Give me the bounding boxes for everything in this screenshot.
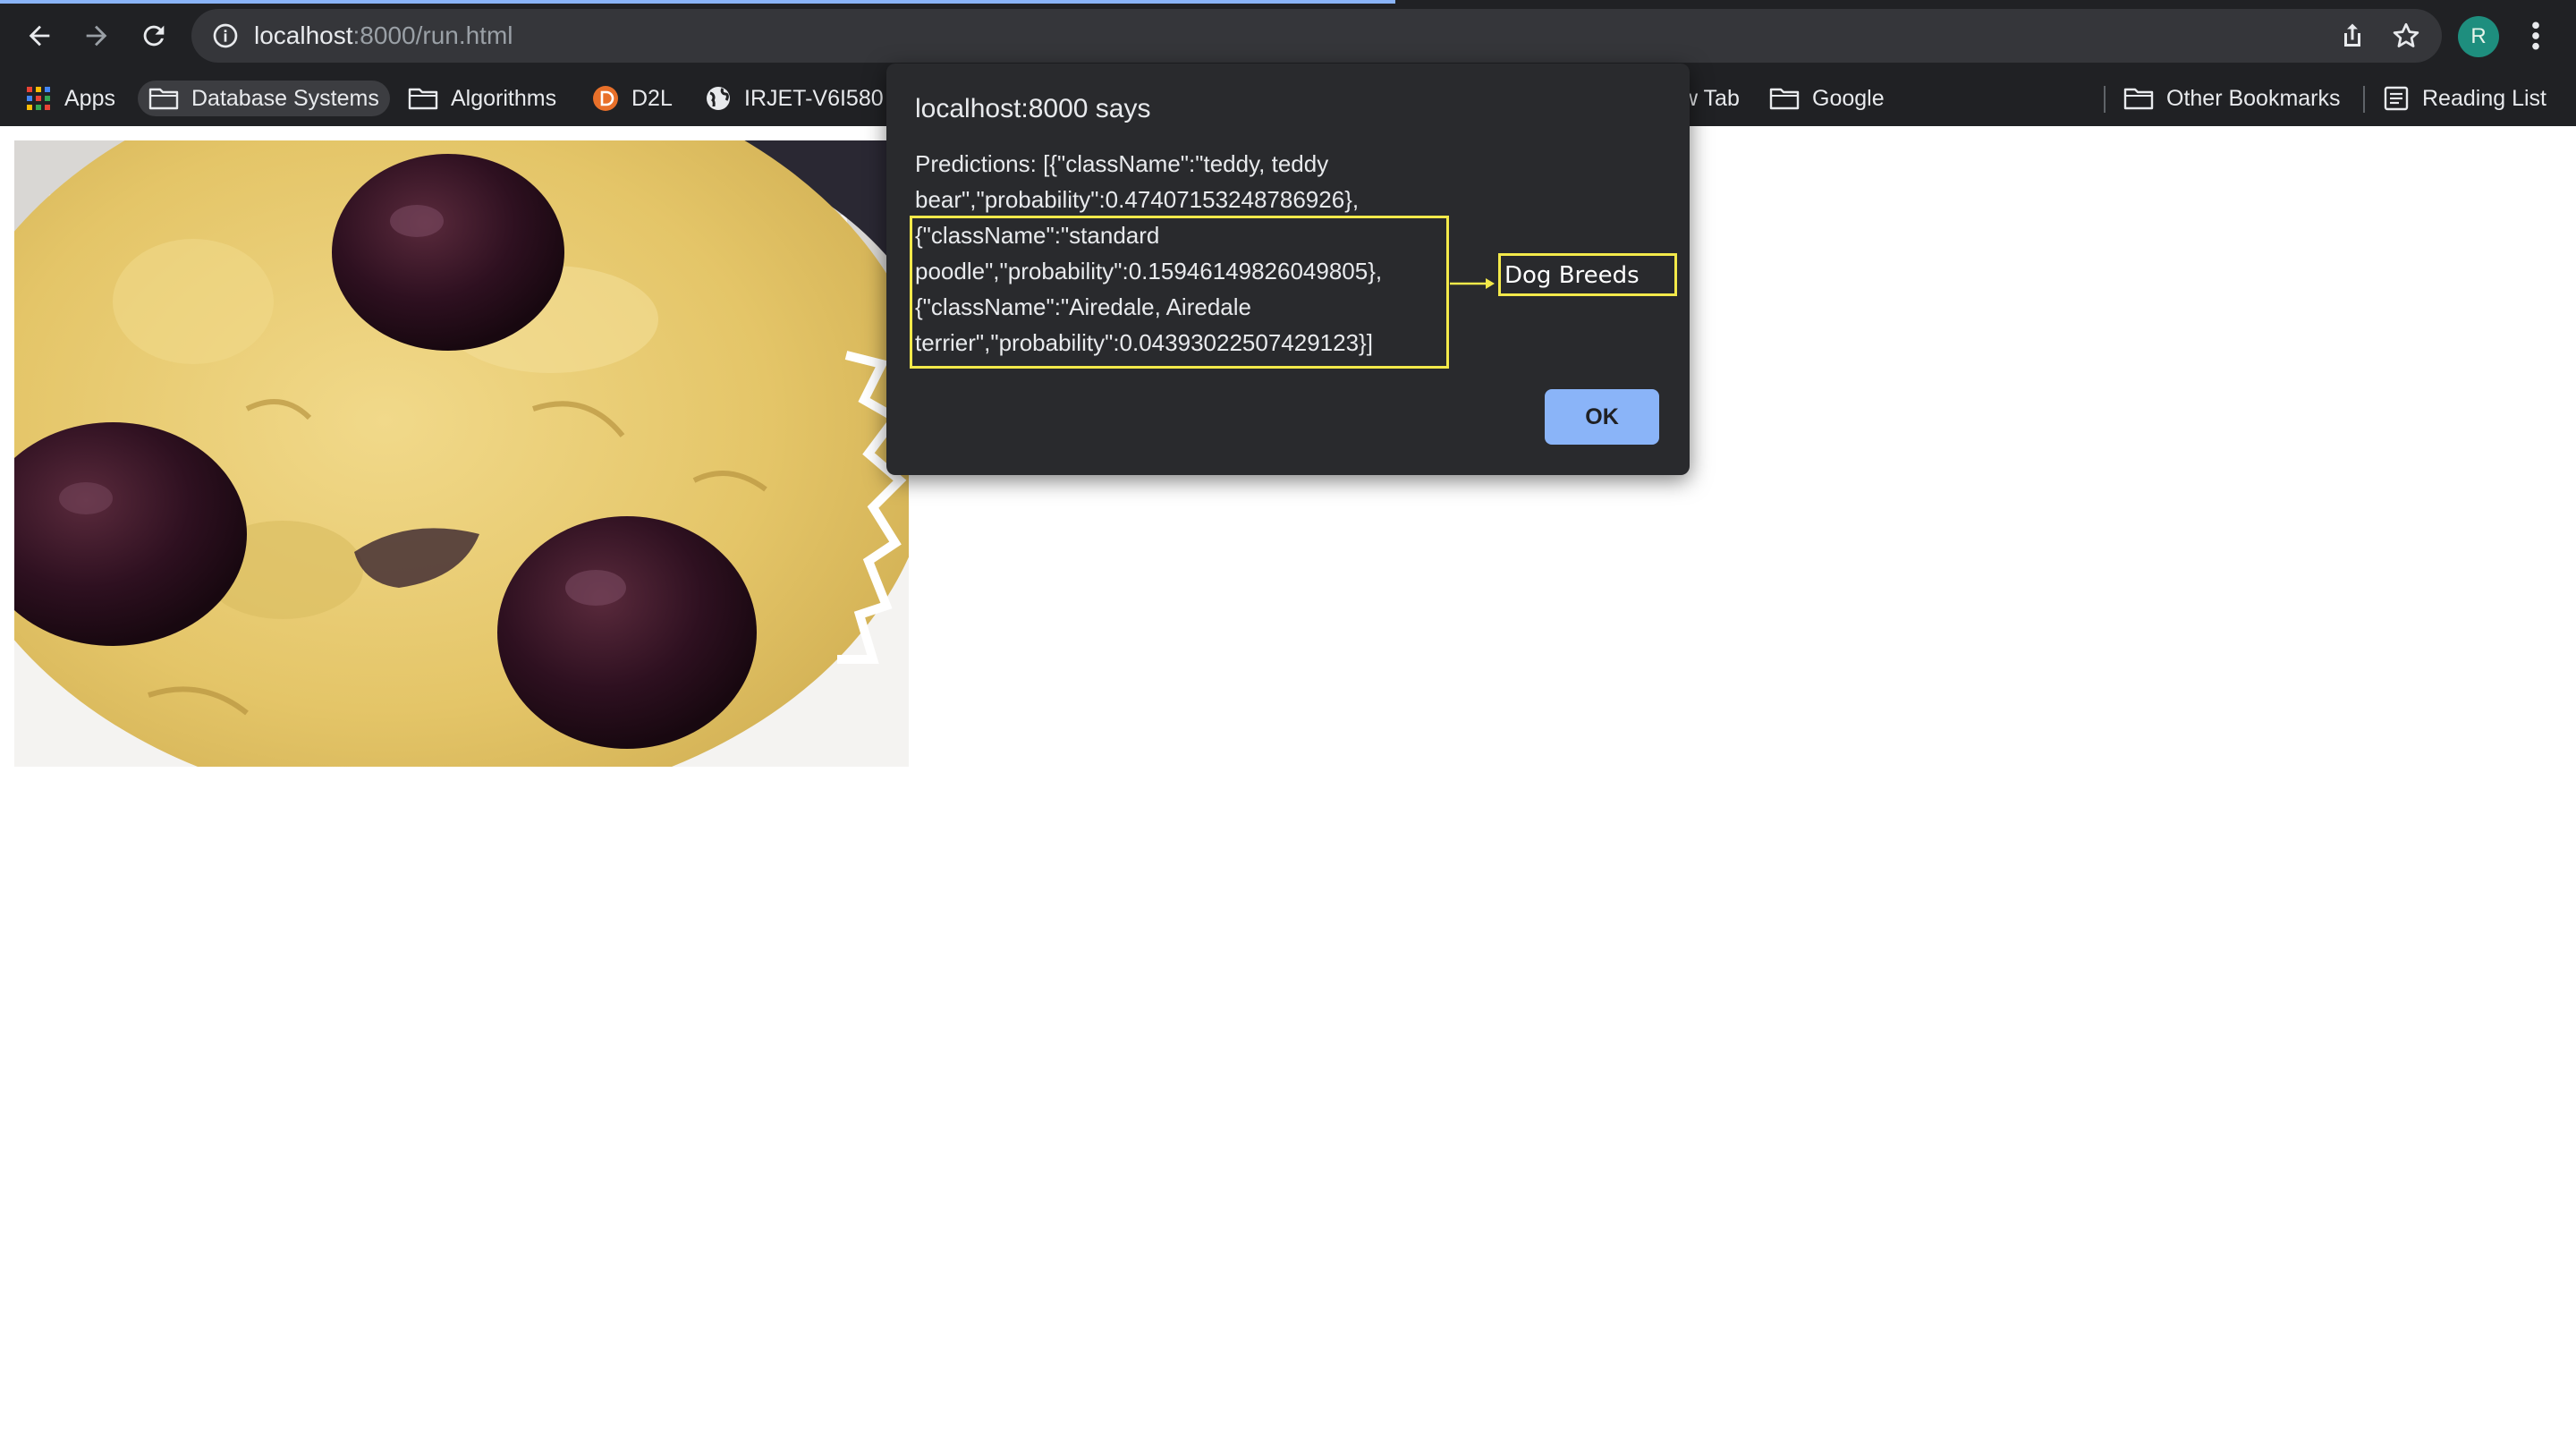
bookmark-google[interactable]: Google bbox=[1769, 81, 1885, 116]
forward-button[interactable] bbox=[77, 16, 116, 55]
reading-list-icon bbox=[2384, 86, 2409, 111]
reload-button[interactable] bbox=[134, 16, 174, 55]
bookmark-label: Other Bookmarks bbox=[2166, 85, 2341, 111]
bookmark-label: Algorithms bbox=[451, 85, 557, 111]
bookmarks-divider bbox=[2104, 86, 2106, 113]
forward-arrow-icon bbox=[86, 25, 107, 47]
back-button[interactable] bbox=[20, 16, 59, 55]
bookmark-database-systems[interactable]: Database Systems bbox=[138, 81, 390, 116]
bookmark-apps[interactable]: Apps bbox=[25, 81, 115, 116]
share-icon[interactable] bbox=[2336, 20, 2368, 52]
bookmark-label: Reading List bbox=[2422, 85, 2546, 111]
folder-icon bbox=[408, 88, 438, 110]
annotation-arrow-icon bbox=[1450, 278, 1495, 289]
dialog-title: localhost:8000 says bbox=[915, 94, 1151, 123]
highlight-box bbox=[910, 216, 1449, 369]
address-bar[interactable]: localhost:8000/run.html bbox=[191, 9, 2442, 63]
bookmark-irjet[interactable]: IRJET-V6I580 bbox=[705, 81, 884, 116]
folder-icon bbox=[148, 88, 179, 110]
folder-icon bbox=[2123, 88, 2154, 110]
bookmark-label: Database Systems bbox=[191, 85, 379, 111]
bookmarks-divider bbox=[2363, 86, 2365, 113]
annotation-box: Dog Breeds bbox=[1498, 253, 1677, 296]
globe-icon bbox=[707, 87, 730, 110]
ok-button[interactable]: OK bbox=[1545, 389, 1659, 445]
message-line: Predictions: [{"className":"teddy, teddy bbox=[915, 150, 1329, 177]
muffin-image bbox=[14, 140, 909, 767]
url-host: localhost bbox=[254, 21, 353, 49]
bookmark-label: Google bbox=[1812, 85, 1885, 111]
bookmark-other-bookmarks[interactable]: Other Bookmarks bbox=[2123, 81, 2341, 116]
bookmark-label: w Tab bbox=[1682, 85, 1740, 111]
apps-grid-icon bbox=[27, 87, 50, 110]
bookmark-new-tab[interactable]: w Tab bbox=[1682, 81, 1740, 116]
kebab-menu-icon[interactable] bbox=[2522, 18, 2549, 54]
profile-avatar[interactable]: R bbox=[2458, 16, 2499, 57]
url-path: :8000/run.html bbox=[352, 21, 513, 49]
folder-icon bbox=[1769, 88, 1800, 110]
bookmark-star-icon[interactable] bbox=[2390, 20, 2422, 52]
reload-icon bbox=[143, 25, 165, 47]
bookmark-reading-list[interactable]: Reading List bbox=[2383, 81, 2546, 116]
alert-dialog: localhost:8000 says Predictions: [{"clas… bbox=[886, 64, 1690, 475]
bookmark-label: D2L bbox=[631, 85, 673, 111]
message-line: bear","probability":0.47407153248786926}… bbox=[915, 186, 1360, 213]
url-text[interactable]: localhost:8000/run.html bbox=[254, 21, 513, 51]
bookmark-label: Apps bbox=[64, 85, 115, 111]
bookmark-d2l[interactable]: D2L bbox=[592, 81, 673, 116]
d2l-favicon-icon bbox=[593, 86, 618, 111]
bookmark-algorithms[interactable]: Algorithms bbox=[408, 81, 556, 116]
muffin-illustration bbox=[14, 140, 909, 767]
site-info-icon[interactable] bbox=[211, 21, 240, 50]
browser-toolbar: localhost:8000/run.html R bbox=[0, 0, 2576, 72]
annotation-label: Dog Breeds bbox=[1504, 262, 1640, 289]
bookmark-label: IRJET-V6I580 bbox=[744, 85, 884, 111]
back-arrow-icon bbox=[29, 25, 50, 47]
